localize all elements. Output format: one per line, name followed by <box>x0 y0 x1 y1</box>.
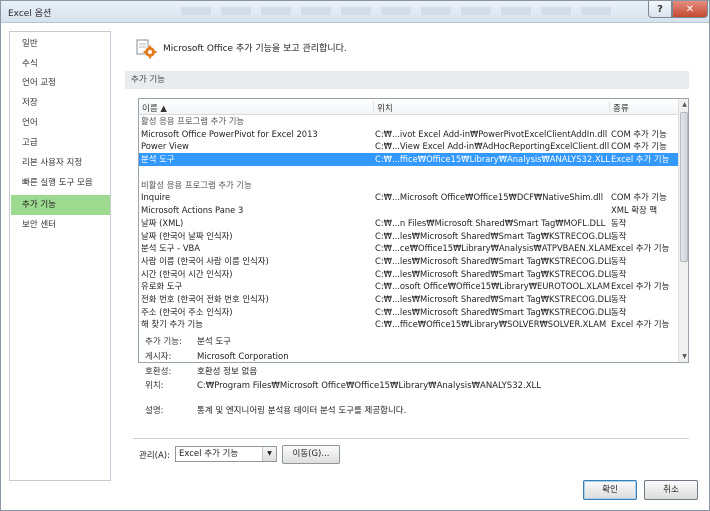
sidebar-item-formulas[interactable]: 수식 <box>11 54 110 74</box>
add-ins-panel: Microsoft Office 추가 기능을 보고 관리합니다. 추가 기능 … <box>119 31 704 471</box>
manage-label: 관리(A): <box>139 451 170 461</box>
table-row[interactable]: 해 찾기 추가 기능 C:₩...ffice₩Office15₩Library₩… <box>139 318 678 331</box>
detail-compat-value: 호환성 정보 없음 <box>197 367 258 377</box>
column-separator[interactable] <box>373 101 374 113</box>
sidebar-item-language[interactable]: 언어 <box>11 113 110 133</box>
options-sidebar: 일반 수식 언어 교정 저장 언어 고급 리본 사용자 지정 빠른 실행 도구 … <box>9 31 111 481</box>
gear-icon <box>136 39 157 59</box>
add-ins-list: 이름 ▲ 위치 종류 활성 응용 프로그램 추가 기능 Microsoft Of… <box>138 98 689 363</box>
table-row[interactable]: 날짜 (XML) C:₩...n Files₩Microsoft Shared₩… <box>139 217 678 230</box>
table-row[interactable]: 시간 (한국어 시간 인식자) C:₩...les₩Microsoft Shar… <box>139 268 678 281</box>
close-button[interactable]: ✕ <box>672 1 708 18</box>
detail-location-label: 위치: <box>145 381 164 391</box>
list-rows: 활성 응용 프로그램 추가 기능 Microsoft Office PowerP… <box>139 115 678 331</box>
detail-addin-value: 분석 도구 <box>197 337 231 347</box>
table-row[interactable]: Power View C:₩...View Excel Add-in₩AdHoc… <box>139 140 678 153</box>
detail-description-value: 통계 및 엔지니어링 분석용 데이터 분석 도구를 제공합니다. <box>197 406 407 416</box>
sidebar-item-proofing[interactable]: 언어 교정 <box>11 73 110 93</box>
table-row[interactable]: 날짜 (한국어 날짜 인식자) C:₩...les₩Microsoft Shar… <box>139 230 678 243</box>
table-row[interactable]: Inquire C:₩...Microsoft Office₩Office15₩… <box>139 191 678 204</box>
go-button[interactable]: 이동(G)... <box>282 445 340 464</box>
table-row[interactable]: 전화 번호 (한국어 전화 번호 인식자) C:₩...les₩Microsof… <box>139 293 678 306</box>
help-button[interactable]: ? <box>648 1 672 18</box>
table-row-selected[interactable]: 분석 도구 C:₩...ffice₩Office15₩Library₩Analy… <box>139 153 678 166</box>
sidebar-item-add-ins[interactable]: 추가 기능 <box>11 195 110 215</box>
sidebar-item-save[interactable]: 저장 <box>11 93 110 113</box>
sidebar-item-quick-access-toolbar[interactable]: 빠른 실행 도구 모음 <box>11 173 110 193</box>
table-row[interactable]: Microsoft Actions Pane 3 XML 확장 팩 <box>139 204 678 217</box>
detail-description-label: 설명: <box>145 406 164 416</box>
sidebar-item-advanced[interactable]: 고급 <box>11 133 110 153</box>
manage-dropdown[interactable]: Excel 추가 기능 ▼ <box>175 446 277 462</box>
scroll-up-icon[interactable]: ▲ <box>679 99 688 110</box>
sidebar-item-general[interactable]: 일반 <box>11 34 110 54</box>
table-row[interactable]: Microsoft Office PowerPivot for Excel 20… <box>139 128 678 141</box>
column-header-type[interactable]: 종류 <box>613 102 629 114</box>
column-separator[interactable] <box>609 101 610 113</box>
group-header-inactive: 비활성 응용 프로그램 추가 기능 <box>141 179 252 190</box>
list-header: 이름 ▲ 위치 종류 <box>139 99 678 115</box>
column-header-location[interactable]: 위치 <box>377 102 393 114</box>
section-header-add-ins: 추가 기능 <box>125 71 689 89</box>
scrollbar-thumb[interactable] <box>680 112 688 262</box>
detail-location-value: C:₩Program Files₩Microsoft Office₩Office… <box>197 381 542 391</box>
list-scrollbar[interactable]: ▲ ▼ <box>678 99 688 362</box>
table-row[interactable]: 주소 (한국어 주소 인식자) C:₩...les₩Microsoft Shar… <box>139 306 678 319</box>
sidebar-item-trust-center[interactable]: 보안 센터 <box>11 215 110 235</box>
chevron-down-icon[interactable]: ▼ <box>262 447 276 461</box>
window-title: Excel 옵션 <box>8 9 52 19</box>
sidebar-item-customize-ribbon[interactable]: 리본 사용자 지정 <box>11 153 110 173</box>
divider <box>133 438 689 439</box>
table-row[interactable]: 사람 이름 (한국어 사람 이름 인식자) C:₩...les₩Microsof… <box>139 255 678 268</box>
detail-addin-label: 추가 기능: <box>145 337 182 347</box>
excel-options-dialog: Excel 옵션 ? ✕ 일반 수식 언어 교정 저장 언어 고급 리본 사용자… <box>0 0 710 511</box>
background-ribbon-ghost <box>181 7 621 15</box>
page-title: Microsoft Office 추가 기능을 보고 관리합니다. <box>163 44 347 54</box>
detail-publisher-value: Microsoft Corporation <box>197 352 289 362</box>
column-header-name[interactable]: 이름 ▲ <box>142 102 167 114</box>
table-row[interactable]: 유로화 도구 C:₩...osoft Office₩Office15₩Libra… <box>139 280 678 293</box>
manage-dropdown-value: Excel 추가 기능 <box>179 449 239 459</box>
detail-compat-label: 호환성: <box>145 367 172 377</box>
ok-button[interactable]: 확인 <box>583 480 637 500</box>
title-bar: Excel 옵션 ? ✕ <box>1 1 709 23</box>
detail-publisher-label: 게시자: <box>145 352 172 362</box>
cancel-button[interactable]: 취소 <box>644 480 698 500</box>
table-row[interactable]: 분석 도구 - VBA C:₩...ce₩Office15₩Library₩An… <box>139 242 678 255</box>
group-header-active: 활성 응용 프로그램 추가 기능 <box>141 116 245 126</box>
